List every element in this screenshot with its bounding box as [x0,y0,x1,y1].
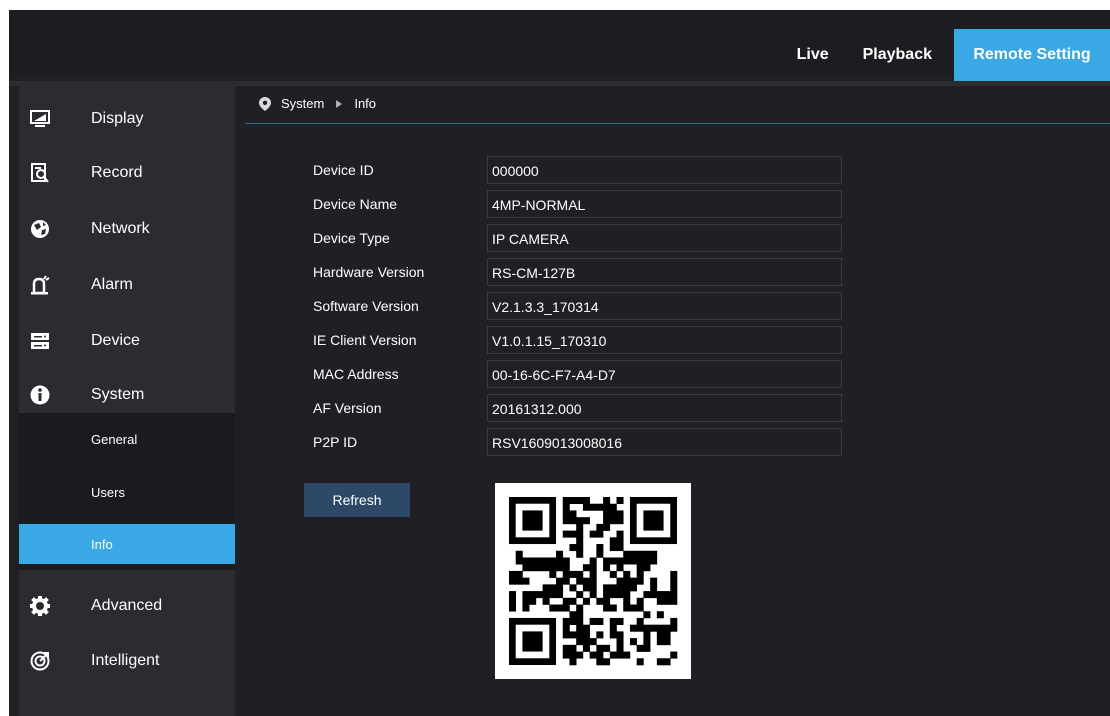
sidebar-item-label: Record [91,164,143,181]
sidebar-item-label: Alarm [91,276,133,293]
device-id-label: Device ID [313,162,374,178]
af-version-field: 20161312.000 [487,394,842,422]
ie-client-version-field: V1.0.1.15_170310 [487,326,842,354]
device-id-field: 000000 [487,156,842,184]
device-icon [29,330,51,352]
record-icon [29,162,51,184]
qr-code-image [495,483,691,679]
p2p-id-field: RSV1609013008016 [487,428,842,456]
network-icon [29,218,51,240]
submenu-item-label: Info [91,536,113,552]
submenu-item-label: Users [91,484,125,500]
breadcrumb-page: Info [354,96,377,111]
sidebar-item-advanced[interactable]: Advanced [19,579,235,633]
tab-live[interactable]: Live [779,29,847,81]
sidebar: Display Record Network Alarm Device Syst… [19,86,235,716]
sidebar-item-label: Display [91,110,144,127]
breadcrumb: System Info [259,96,376,111]
sidebar-item-network[interactable]: Network [19,202,235,256]
tab-remote-setting[interactable]: Remote Setting [954,29,1110,81]
device-name-field: 4MP-NORMAL [487,190,842,218]
intelligent-icon [29,650,51,672]
system-submenu: General Users Info [19,413,235,570]
breadcrumb-divider [245,123,1110,124]
location-pin-icon [259,96,271,111]
sidebar-item-display[interactable]: Display [19,92,235,146]
app-window: Live Playback Remote Setting Display Rec… [9,10,1110,716]
sidebar-item-intelligent[interactable]: Intelligent [19,634,235,688]
breadcrumb-section[interactable]: System [281,96,324,111]
refresh-button[interactable]: Refresh [304,483,410,517]
mac-address-label: MAC Address [313,366,399,382]
sidebar-item-label: Advanced [91,597,163,614]
sidebar-item-alarm[interactable]: Alarm [19,258,235,312]
sidebar-item-label: Network [91,220,150,237]
sidebar-item-label: System [91,386,145,403]
qr-code-graphic [509,497,678,666]
sidebar-item-label: Device [91,332,140,349]
hardware-version-label: Hardware Version [313,264,425,280]
p2p-id-label: P2P ID [313,434,358,450]
submenu-item-general[interactable]: General [19,419,235,459]
device-type-label: Device Type [313,230,390,246]
ie-client-version-label: IE Client Version [313,332,417,348]
tab-playback[interactable]: Playback [847,29,954,81]
top-navigation: Live Playback Remote Setting [779,29,1110,81]
sidebar-item-label: Intelligent [91,652,160,669]
sidebar-item-record[interactable]: Record [19,146,235,200]
device-type-field: IP CAMERA [487,224,842,252]
submenu-item-label: General [91,431,138,447]
alarm-icon [29,274,51,296]
submenu-item-info[interactable]: Info [19,524,235,564]
display-icon [29,108,51,130]
af-version-label: AF Version [313,400,382,416]
mac-address-field: 00-16-6C-F7-A4-D7 [487,360,842,388]
software-version-label: Software Version [313,298,419,314]
device-name-label: Device Name [313,196,398,212]
main-content: System Info Device ID 000000 Device Name… [245,86,1110,716]
software-version-field: V2.1.3.3_170314 [487,292,842,320]
gear-icon [29,595,51,617]
submenu-item-users[interactable]: Users [19,472,235,512]
breadcrumb-arrow-icon [336,99,343,108]
sidebar-item-device[interactable]: Device [19,314,235,368]
info-icon [29,384,51,406]
hardware-version-field: RS-CM-127B [487,258,842,286]
